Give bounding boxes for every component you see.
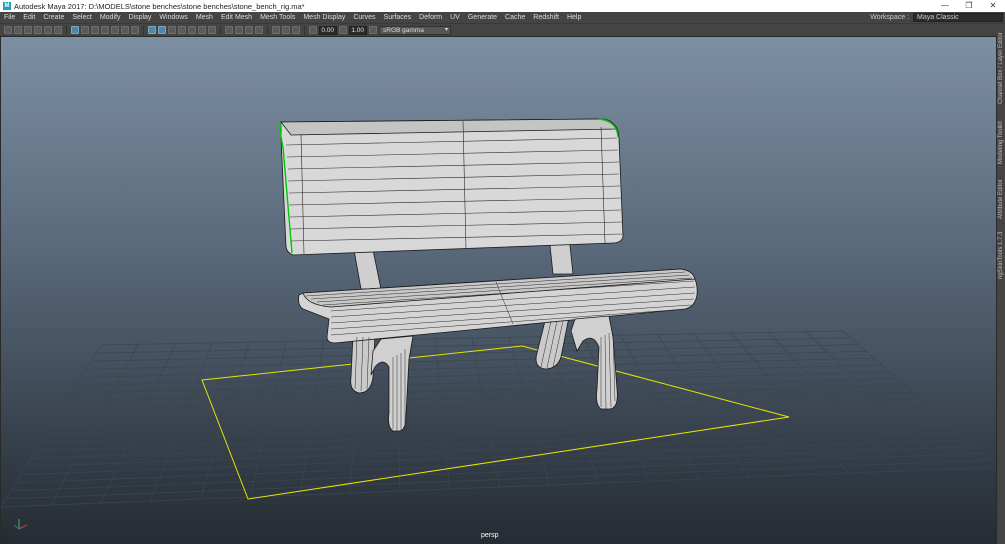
- grease-pencil-icon[interactable]: [54, 26, 62, 34]
- toolbar-separator: [304, 25, 305, 35]
- grid-line: [1, 466, 996, 508]
- menu-file[interactable]: File: [0, 12, 19, 24]
- shadows-icon[interactable]: [208, 26, 216, 34]
- lights-icon[interactable]: [198, 26, 206, 34]
- menu-cache[interactable]: Cache: [501, 12, 529, 24]
- menu-select[interactable]: Select: [68, 12, 95, 24]
- safe-title-icon[interactable]: [131, 26, 139, 34]
- grid-line: [731, 332, 849, 474]
- safe-action-icon[interactable]: [121, 26, 129, 34]
- menu-mesh-display[interactable]: Mesh Display: [299, 12, 349, 24]
- lock-camera-icon[interactable]: [14, 26, 22, 34]
- motion-blur-icon[interactable]: [235, 26, 243, 34]
- menu-mesh[interactable]: Mesh: [192, 12, 217, 24]
- panel-toolbar: 0.00 1.00 sRGB gamma ▾: [0, 24, 997, 36]
- grid-icon[interactable]: [71, 26, 79, 34]
- viewport-scene: [1, 118, 996, 530]
- 2d-pan-zoom-icon[interactable]: [44, 26, 52, 34]
- grid-line: [5, 459, 991, 500]
- tab-label: Modeling Toolkit: [998, 121, 1004, 164]
- film-gate-icon[interactable]: [81, 26, 89, 34]
- depth-of-field-icon[interactable]: [255, 26, 263, 34]
- resolution-gate-icon[interactable]: [91, 26, 99, 34]
- wireframe-icon[interactable]: [148, 26, 156, 34]
- maya-logo-icon: M: [3, 2, 11, 10]
- bench-back-post-left: [353, 249, 382, 290]
- grid-line: [10, 453, 983, 492]
- window-title: Autodesk Maya 2017: D:\MODELS\stone benc…: [14, 1, 305, 11]
- tab-label: ngSkinTools 1.7.3: [998, 231, 1004, 279]
- bookmark-icon[interactable]: [24, 26, 32, 34]
- tab-label: Channel Box / Layer Editor: [998, 32, 1004, 104]
- menu-windows[interactable]: Windows: [155, 12, 191, 24]
- ground-grid: [1, 330, 996, 508]
- menu-curves[interactable]: Curves: [349, 12, 379, 24]
- perspective-viewport[interactable]: persp: [0, 36, 997, 544]
- gate-mask-icon[interactable]: [101, 26, 109, 34]
- camera-name-label: persp: [481, 532, 499, 539]
- close-icon[interactable]: ✕: [981, 0, 1005, 12]
- view-transform-dropdown[interactable]: sRGB gamma ▾: [379, 25, 451, 35]
- menu-deform[interactable]: Deform: [415, 12, 446, 24]
- xray-icon[interactable]: [282, 26, 290, 34]
- isolate-select-icon[interactable]: [272, 26, 280, 34]
- view-transform-label: sRGB gamma: [383, 26, 424, 34]
- menu-help[interactable]: Help: [563, 12, 585, 24]
- color-management-icon[interactable]: [369, 26, 377, 34]
- xray-joints-icon[interactable]: [292, 26, 300, 34]
- menu-modify[interactable]: Modify: [96, 12, 125, 24]
- gamma-field[interactable]: 1.00: [349, 25, 367, 35]
- smooth-shade-icon[interactable]: [158, 26, 166, 34]
- textured-icon[interactable]: [188, 26, 196, 34]
- bench-front-leg-left: [370, 335, 414, 432]
- axis-gizmo: [13, 519, 28, 530]
- menu-generate[interactable]: Generate: [464, 12, 501, 24]
- restore-icon[interactable]: ❐: [957, 0, 981, 12]
- menu-edit-mesh[interactable]: Edit Mesh: [217, 12, 256, 24]
- wireframe-on-shaded-icon[interactable]: [178, 26, 186, 34]
- exposure-icon[interactable]: [309, 26, 317, 34]
- minimize-icon[interactable]: —: [933, 0, 957, 12]
- menu-create[interactable]: Create: [39, 12, 68, 24]
- menu-edit[interactable]: Edit: [19, 12, 39, 24]
- select-camera-icon[interactable]: [4, 26, 12, 34]
- workspace-label: Workspace :: [870, 14, 909, 21]
- menu-bar: File Edit Create Select Modify Display W…: [0, 12, 1005, 24]
- toolbar-separator: [66, 25, 67, 35]
- default-material-icon[interactable]: [168, 26, 176, 34]
- menu-redshift[interactable]: Redshift: [529, 12, 563, 24]
- axis-z-line: [13, 524, 20, 530]
- gamma-icon[interactable]: [339, 26, 347, 34]
- selection-bounds-rectangle: [201, 345, 790, 500]
- toolbar-separator: [220, 25, 221, 35]
- toolbar-separator: [143, 25, 144, 35]
- screen-space-ao-icon[interactable]: [225, 26, 233, 34]
- field-chart-icon[interactable]: [111, 26, 119, 34]
- menu-display[interactable]: Display: [124, 12, 155, 24]
- menu-mesh-tools[interactable]: Mesh Tools: [256, 12, 299, 24]
- menu-uv[interactable]: UV: [446, 12, 464, 24]
- workspace-dropdown[interactable]: Maya Classic: [913, 13, 1003, 22]
- tab-label: Attribute Editor: [998, 179, 1004, 219]
- title-bar: M Autodesk Maya 2017: D:\MODELS\stone be…: [0, 0, 1005, 12]
- axis-x-line: [18, 524, 28, 530]
- side-tabs: Channel Box / Layer Editor Modeling Tool…: [997, 24, 1005, 544]
- multisample-aa-icon[interactable]: [245, 26, 253, 34]
- bench-model[interactable]: [279, 118, 698, 432]
- toolbar-separator: [267, 25, 268, 35]
- chevron-down-icon: ▾: [444, 26, 448, 33]
- image-plane-icon[interactable]: [34, 26, 42, 34]
- menu-surfaces[interactable]: Surfaces: [380, 12, 416, 24]
- exposure-field[interactable]: 0.00: [319, 25, 337, 35]
